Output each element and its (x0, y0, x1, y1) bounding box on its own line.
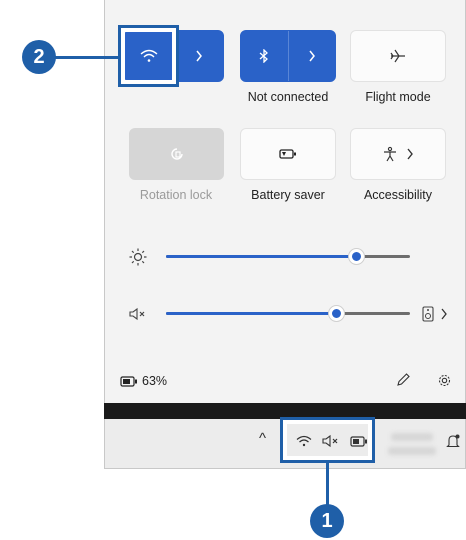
volume-thumb[interactable] (329, 306, 345, 321)
rotation-lock-label: Rotation lock (139, 188, 213, 202)
panel-bottom-edge (104, 403, 466, 419)
chevron-right-icon (196, 50, 202, 62)
bluetooth-tile[interactable] (240, 30, 336, 82)
accessibility-icon (384, 146, 396, 162)
bluetooth-expand-button[interactable] (287, 31, 336, 81)
flight-mode-tile[interactable] (350, 30, 446, 82)
battery-icon (120, 375, 137, 387)
callout-wifi-highlight (121, 28, 176, 84)
clock-date-blurred[interactable] (386, 430, 438, 460)
callout-badge-1: 1 (310, 504, 344, 538)
callout-tray-highlight (283, 420, 372, 460)
callout-leader-line-2 (54, 56, 118, 59)
battery-saver-label: Battery saver (251, 188, 325, 202)
rotation-lock-tile[interactable] (129, 128, 224, 180)
volume-muted-icon[interactable] (128, 304, 148, 324)
brightness-icon (129, 248, 147, 266)
flight-mode-label: Flight mode (365, 90, 431, 104)
brightness-fill (166, 255, 357, 258)
settings-button[interactable] (437, 373, 452, 393)
chevron-right-icon (441, 308, 447, 320)
edit-quick-settings-button[interactable] (396, 373, 410, 392)
speaker-icon (422, 306, 434, 322)
pencil-icon (397, 373, 410, 386)
airplane-icon (390, 49, 405, 63)
show-hidden-icons-button[interactable]: ^ (259, 430, 266, 447)
accessibility-tile[interactable] (350, 128, 446, 180)
notification-center-button[interactable] (446, 434, 460, 454)
bluetooth-label: Not connected (247, 90, 329, 104)
volume-fill (166, 312, 337, 315)
brightness-slider-row (128, 247, 448, 267)
rotation-lock-icon (170, 148, 183, 160)
battery-saver-tile[interactable] (240, 128, 336, 180)
gear-icon (438, 374, 451, 387)
battery-percent: 63% (142, 374, 168, 388)
bluetooth-toggle[interactable] (241, 31, 288, 81)
bluetooth-icon (259, 49, 269, 63)
brightness-thumb[interactable] (348, 249, 364, 264)
chevron-right-icon (407, 148, 413, 160)
callout-badge-2: 2 (22, 40, 56, 74)
battery-saver-icon (279, 149, 296, 159)
callout-leader-line-1 (326, 462, 329, 510)
accessibility-label: Accessibility (363, 188, 433, 202)
wifi-expand-button[interactable] (173, 31, 224, 81)
battery-status[interactable]: 63% (120, 374, 167, 388)
chevron-right-icon (309, 50, 315, 62)
notification-bell-icon (446, 434, 460, 448)
volume-slider-row (128, 304, 448, 324)
audio-output-button[interactable] (422, 304, 448, 324)
